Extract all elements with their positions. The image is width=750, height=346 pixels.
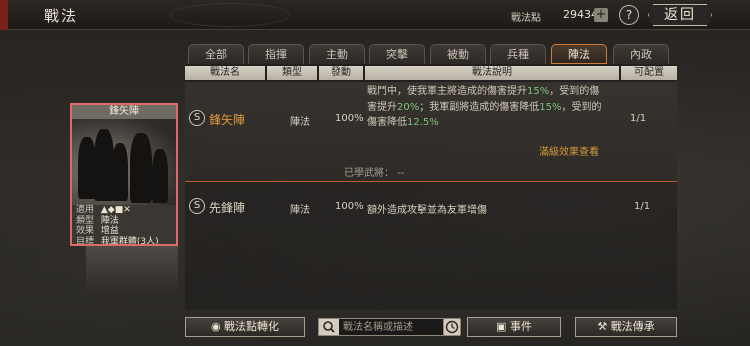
column-header-config: 可配置 [621,66,677,80]
tab-internal-affairs[interactable]: 內政 [613,44,669,64]
history-clock-icon[interactable] [443,318,461,336]
column-header-description: 戰法說明 [365,66,619,80]
troop-type-icons: ▲◆■✕ [100,205,131,215]
tactic-name: 鋒矢陣 [209,113,246,127]
learned-generals: 已學武將： -- [344,168,405,179]
tactic-points-value: 29434 [563,8,598,21]
tactic-points-label: 戰法點 [511,13,541,24]
scroll-icon: ▣ [496,320,507,333]
tab-formation[interactable]: 陣法 [551,44,607,64]
tactic-type: 陣法 [290,205,310,216]
tab-passive[interactable]: 被動 [430,44,486,64]
tactic-description: 戰鬥中，使我軍主將造成的傷害提升15%，受到的傷害提升20%；我軍副將造成的傷害… [367,86,602,128]
grade-badge: S [189,198,205,214]
search-icon[interactable] [319,319,339,335]
search-box[interactable] [318,318,461,336]
tactic-name: 先鋒陣 [209,201,246,215]
convert-points-button[interactable]: ◉ 戰法點轉化 [185,317,305,337]
card-info: 適用 ▲◆■✕ 類型 陣法 效果 增益 目標 我軍群體(3人) [76,205,159,246]
back-button[interactable]: 返回 [648,4,712,26]
title-accent [0,0,8,30]
grade-badge: S [189,110,205,126]
tab-assault[interactable]: 突擊 [369,44,425,64]
events-button[interactable]: ▣ 事件 [467,317,561,337]
help-button[interactable]: ? [619,5,639,25]
column-header-type: 類型 [267,66,317,80]
table-header: 戰法名 類型 發動 戰法說明 可配置 [185,66,677,80]
tab-troop-type[interactable]: 兵種 [490,44,546,64]
tactic-config: 1/1 [630,113,647,124]
tactic-rate: 100% [335,113,364,124]
tab-active[interactable]: 主動 [309,44,365,64]
tab-command[interactable]: 指揮 [248,44,304,64]
tactic-type: 陣法 [290,117,310,128]
card-stack-shadow [86,246,178,292]
tactic-description: 額外造成攻擊並為友軍增傷 [367,205,487,216]
page-title: 戰法 [44,7,79,25]
coin-icon: ◉ [210,320,221,333]
tactic-card[interactable]: 鋒矢陣 適用 ▲◆■✕ 類型 陣法 效果 增益 目標 我軍群體(3人) [70,103,178,246]
top-bar: 戰法 戰法點 29434 + ? 返回 [0,0,750,30]
card-title: 鋒矢陣 [72,105,176,119]
inherit-tactic-button[interactable]: ⚒ 戰法傳承 [575,317,677,337]
column-header-rate: 發動 [319,66,363,80]
tactic-rate: 100% [335,201,364,212]
tactic-config: 1/1 [634,201,651,212]
card-artwork [72,119,176,205]
max-level-effect-link[interactable]: 滿級效果查看 [539,143,599,158]
cloud-ornament-icon [170,3,290,27]
column-header-name: 戰法名 [185,66,265,80]
tab-all[interactable]: 全部 [188,44,244,64]
add-points-button[interactable]: + [594,8,608,22]
hammer-icon: ⚒ [597,320,608,333]
